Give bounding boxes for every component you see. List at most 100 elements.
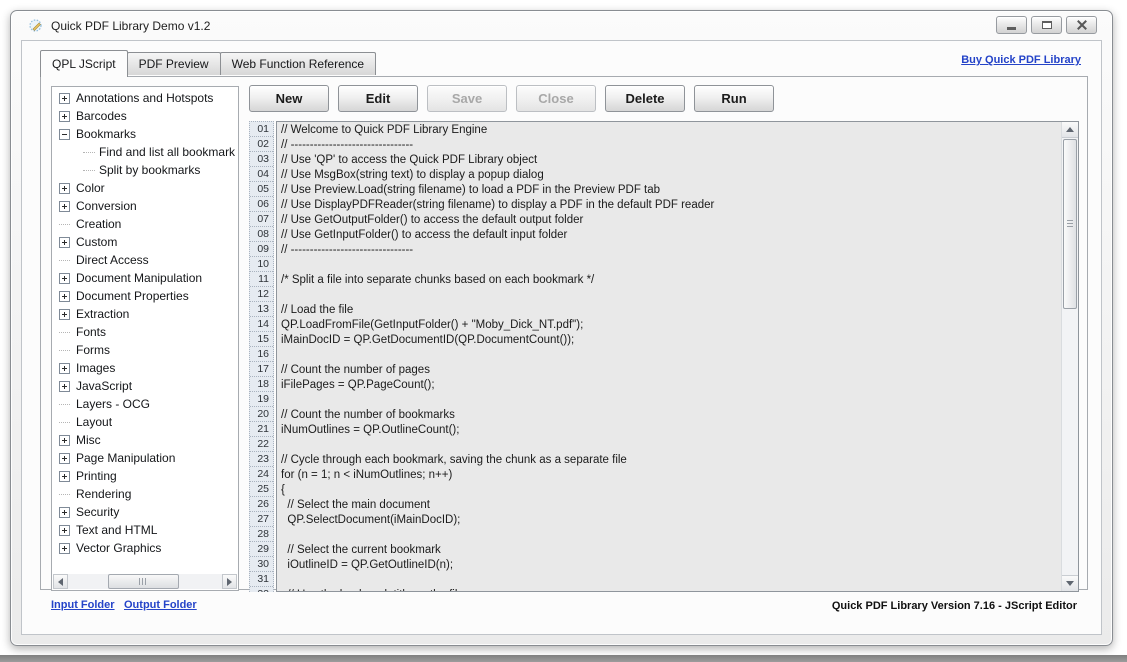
tree-item-images[interactable]: Images: [53, 359, 237, 377]
tree-item-security[interactable]: Security: [53, 503, 237, 521]
line-number: 09: [250, 242, 273, 257]
save-button[interactable]: Save: [427, 85, 507, 112]
expand-icon[interactable]: [59, 201, 70, 212]
tree-item-custom[interactable]: Custom: [53, 233, 237, 251]
output-folder-link[interactable]: Output Folder: [124, 599, 197, 611]
tree-item-creation[interactable]: Creation: [53, 215, 237, 233]
scroll-left-button[interactable]: [53, 574, 68, 589]
delete-button[interactable]: Delete: [605, 85, 685, 112]
expand-icon[interactable]: [59, 183, 70, 194]
expand-icon[interactable]: [59, 237, 70, 248]
line-number: 26: [250, 497, 273, 512]
tree-item-layout[interactable]: Layout: [53, 413, 237, 431]
status-text: Quick PDF Library Version 7.16 - JScript…: [832, 600, 1077, 612]
expand-icon[interactable]: [59, 507, 70, 518]
expand-icon[interactable]: [59, 471, 70, 482]
expand-icon[interactable]: [59, 453, 70, 464]
tree-item-split-by-bookmarks[interactable]: Split by bookmarks: [53, 161, 237, 179]
tree-item-label: Barcodes: [76, 109, 127, 123]
expand-icon[interactable]: [59, 435, 70, 446]
close-button[interactable]: [1066, 16, 1097, 34]
tree-item-direct-access[interactable]: Direct Access: [53, 251, 237, 269]
arrow-up-icon: [1066, 127, 1074, 132]
line-number: 28: [250, 527, 273, 542]
editor-vertical-scrollbar[interactable]: [1061, 122, 1078, 591]
tree-item-label: Direct Access: [76, 253, 149, 267]
tree-item-conversion[interactable]: Conversion: [53, 197, 237, 215]
editor-scrollbar-thumb[interactable]: [1063, 139, 1077, 309]
tree-connector: [59, 404, 70, 405]
code-line: [281, 258, 1061, 273]
tree-item-layers-ocg[interactable]: Layers - OCG: [53, 395, 237, 413]
tab-web-function-reference[interactable]: Web Function Reference: [220, 52, 377, 75]
tree-item-document-properties[interactable]: Document Properties: [53, 287, 237, 305]
tree-item-bookmarks[interactable]: Bookmarks: [53, 125, 237, 143]
close-button[interactable]: Close: [516, 85, 596, 112]
line-number: 02: [250, 137, 273, 152]
tree-item-page-manipulation[interactable]: Page Manipulation: [53, 449, 237, 467]
line-number: 05: [250, 182, 273, 197]
input-folder-link[interactable]: Input Folder: [51, 599, 115, 611]
scroll-up-button[interactable]: [1062, 122, 1078, 138]
expand-icon[interactable]: [59, 363, 70, 374]
tree-item-label: Conversion: [76, 199, 137, 213]
code-line: [281, 528, 1061, 543]
code-editor[interactable]: // Welcome to Quick PDF Library Engine//…: [276, 121, 1079, 592]
line-number: 27: [250, 512, 273, 527]
buy-quick-pdf-library-link[interactable]: Buy Quick PDF Library: [961, 54, 1081, 66]
tree-item-javascript[interactable]: JavaScript: [53, 377, 237, 395]
minimize-button[interactable]: [996, 16, 1027, 34]
tree-item-vector-graphics[interactable]: Vector Graphics: [53, 539, 237, 557]
code-line: iOutlineID = QP.GetOutlineID(n);: [281, 558, 1061, 573]
run-button[interactable]: Run: [694, 85, 774, 112]
tree-item-label: Custom: [76, 235, 117, 249]
tree-item-barcodes[interactable]: Barcodes: [53, 107, 237, 125]
tree-horizontal-scrollbar[interactable]: [53, 574, 237, 589]
tree-item-label: Fonts: [76, 325, 106, 339]
tree-item-document-manipulation[interactable]: Document Manipulation: [53, 269, 237, 287]
tree-item-label: JavaScript: [76, 379, 132, 393]
tree-item-extraction[interactable]: Extraction: [53, 305, 237, 323]
edit-button[interactable]: Edit: [338, 85, 418, 112]
tree-item-find-and-list-all-bookmark[interactable]: Find and list all bookmark: [53, 143, 237, 161]
code-area[interactable]: // Welcome to Quick PDF Library Engine//…: [277, 123, 1061, 591]
code-line: [281, 438, 1061, 453]
scroll-right-button[interactable]: [222, 574, 237, 589]
tree-item-printing[interactable]: Printing: [53, 467, 237, 485]
line-number: 31: [250, 572, 273, 587]
arrow-right-icon: [227, 578, 232, 586]
tree-item-misc[interactable]: Misc: [53, 431, 237, 449]
tree-scrollbar-track[interactable]: [68, 574, 222, 589]
tree-item-label: Vector Graphics: [76, 541, 161, 555]
arrow-left-icon: [58, 578, 63, 586]
code-line: // Use Preview.Load(string filename) to …: [281, 183, 1061, 198]
new-button[interactable]: New: [249, 85, 329, 112]
line-number: 17: [250, 362, 273, 377]
line-number: 07: [250, 212, 273, 227]
expand-icon[interactable]: [59, 543, 70, 554]
expand-icon[interactable]: [59, 309, 70, 320]
scroll-down-button[interactable]: [1062, 575, 1078, 591]
expand-icon[interactable]: [59, 525, 70, 536]
tree-item-annotations-and-hotspots[interactable]: Annotations and Hotspots: [53, 89, 237, 107]
minimize-icon: [1007, 27, 1016, 30]
tree-scrollbar-thumb[interactable]: [108, 574, 179, 589]
collapse-icon[interactable]: [59, 129, 70, 140]
expand-icon[interactable]: [59, 291, 70, 302]
tab-pdf-preview[interactable]: PDF Preview: [127, 52, 221, 75]
maximize-button[interactable]: [1031, 16, 1062, 34]
tree-item-color[interactable]: Color: [53, 179, 237, 197]
expand-icon[interactable]: [59, 111, 70, 122]
expand-icon[interactable]: [59, 381, 70, 392]
line-number: 06: [250, 197, 273, 212]
tree-item-forms[interactable]: Forms: [53, 341, 237, 359]
tree-item-fonts[interactable]: Fonts: [53, 323, 237, 341]
expand-icon[interactable]: [59, 273, 70, 284]
expand-icon[interactable]: [59, 93, 70, 104]
tree-item-label: Images: [76, 361, 115, 375]
tree-item-text-and-html[interactable]: Text and HTML: [53, 521, 237, 539]
titlebar[interactable]: Quick PDF Library Demo v1.2: [11, 11, 1112, 40]
line-number: 15: [250, 332, 273, 347]
tab-qpl-jscript[interactable]: QPL JScript: [40, 50, 128, 77]
tree-item-rendering[interactable]: Rendering: [53, 485, 237, 503]
